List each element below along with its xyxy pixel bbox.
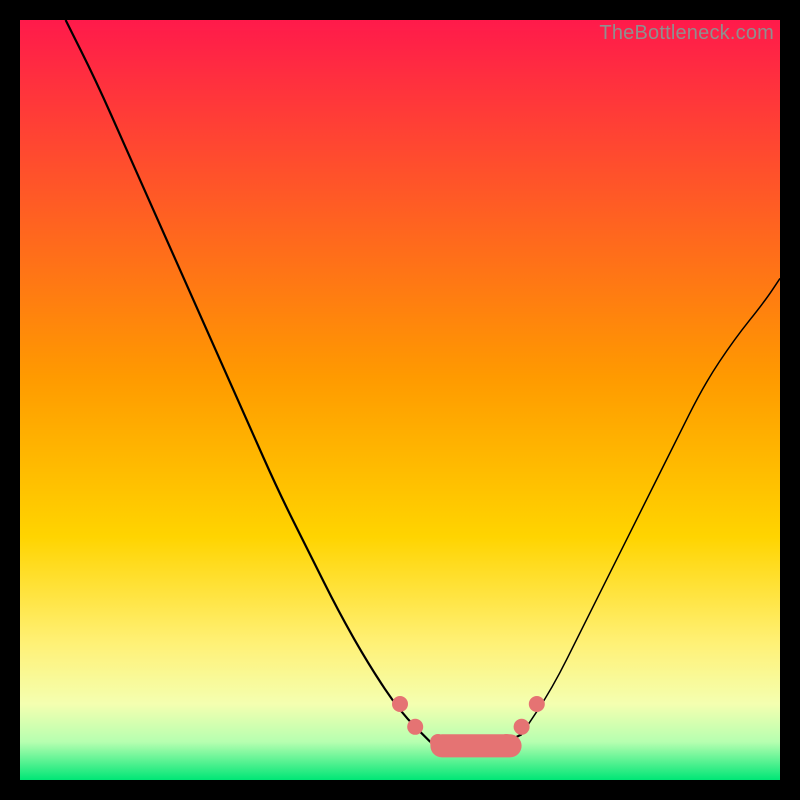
- chart-svg: [20, 20, 780, 780]
- chart-frame: TheBottleneck.com: [20, 20, 780, 780]
- valley-marker-dot: [392, 696, 408, 712]
- valley-marker-dot: [514, 719, 530, 735]
- valley-bar: [430, 734, 521, 757]
- chart-background: [20, 20, 780, 780]
- valley-marker-dot: [407, 719, 423, 735]
- watermark-label: TheBottleneck.com: [599, 22, 774, 45]
- valley-marker-dot: [529, 696, 545, 712]
